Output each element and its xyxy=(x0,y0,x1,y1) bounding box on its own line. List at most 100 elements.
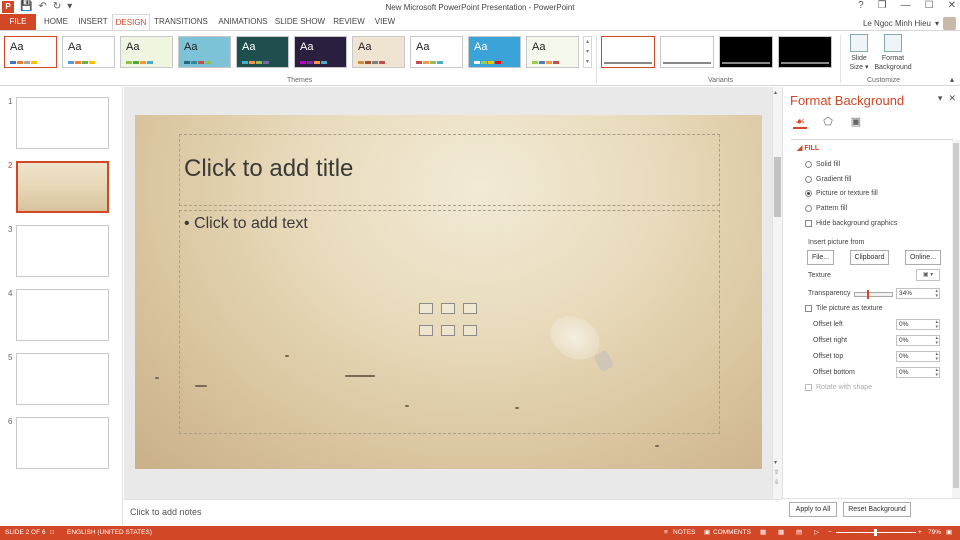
insert-picture-icon[interactable] xyxy=(419,325,433,336)
previous-slide-icon[interactable]: ⇧ xyxy=(774,469,779,476)
tab-animations[interactable]: ANIMATIONS xyxy=(214,14,272,30)
tile-picture-checkbox[interactable] xyxy=(805,305,812,312)
file-button[interactable]: File... xyxy=(807,250,834,265)
fill-section-header[interactable]: ◢ FILL xyxy=(797,144,819,152)
apply-to-all-button[interactable]: Apply to All xyxy=(789,502,837,517)
reset-background-button[interactable]: Reset Background xyxy=(843,502,911,517)
scroll-up-icon[interactable]: ▴ xyxy=(774,89,777,96)
theme-thumbnail[interactable]: Aa xyxy=(236,36,289,68)
theme-thumbnail[interactable]: Aa xyxy=(294,36,347,68)
title-placeholder[interactable]: Click to add title xyxy=(179,134,720,206)
slide-scrollbar[interactable]: ▴ ▾ ⇧ ⇩ xyxy=(772,87,782,499)
ribbon-display-icon[interactable]: ❐ xyxy=(878,0,887,11)
theme-thumbnail[interactable]: Aa xyxy=(62,36,115,68)
tab-view[interactable]: VIEW xyxy=(370,14,400,30)
pane-options-icon[interactable]: ▾ xyxy=(938,93,943,104)
format-background-button[interactable]: Format Background xyxy=(872,34,914,72)
zoom-slider-thumb[interactable] xyxy=(874,529,877,536)
zoom-out-icon[interactable]: − xyxy=(828,526,832,540)
tab-transitions[interactable]: TRANSITIONS xyxy=(152,14,210,30)
slide-thumbnail-6[interactable] xyxy=(16,417,109,469)
pattern-fill-option[interactable]: Pattern fill xyxy=(805,205,847,212)
close-icon[interactable]: ✕ xyxy=(948,0,956,11)
transparency-spinner[interactable]: 34% ▴ ▾ xyxy=(896,288,940,299)
theme-thumbnail[interactable]: Aa xyxy=(468,36,521,68)
user-account[interactable]: Le Ngoc Minh Hieu ▾ xyxy=(863,17,956,30)
slide-thumbnail-2[interactable] xyxy=(16,161,109,213)
gallery-scroll[interactable]: ▴ ▾ ▾ xyxy=(583,36,592,68)
reading-view-icon[interactable]: ▤ xyxy=(796,526,802,540)
solid-fill-radio[interactable] xyxy=(805,161,812,168)
clipboard-button[interactable]: Clipboard xyxy=(850,250,889,265)
scroll-down-icon[interactable]: ▾ xyxy=(774,459,777,466)
fit-slide-icon[interactable]: ▣ xyxy=(946,526,952,540)
online-button[interactable]: Online... xyxy=(905,250,941,265)
variant-thumbnail[interactable] xyxy=(719,36,773,68)
tab-design[interactable]: DESIGN xyxy=(112,14,150,30)
spelling-check-icon[interactable]: □ xyxy=(50,526,54,540)
slide-size-button[interactable]: Slide Size ▾ xyxy=(846,34,872,72)
scrollbar-thumb[interactable] xyxy=(774,157,781,217)
variant-thumbnail[interactable] xyxy=(660,36,714,68)
collapse-ribbon-icon[interactable]: ▴ xyxy=(950,75,954,84)
theme-thumbnail[interactable]: Aa xyxy=(4,36,57,68)
tab-file[interactable]: FILE xyxy=(0,14,36,30)
transparency-slider-thumb[interactable] xyxy=(867,290,869,299)
theme-thumbnail[interactable]: Aa xyxy=(120,36,173,68)
notes-toggle[interactable]: NOTES xyxy=(673,526,695,540)
picture-icon[interactable]: ▣ xyxy=(849,115,863,129)
theme-thumbnail[interactable]: Aa xyxy=(352,36,405,68)
comments-toggle[interactable]: COMMENTS xyxy=(713,526,751,540)
slide-thumbnail-1[interactable] xyxy=(16,97,109,149)
theme-thumbnail[interactable]: Aa xyxy=(410,36,463,68)
notes-toggle-icon[interactable]: ≡ xyxy=(664,526,668,540)
gradient-fill-option[interactable]: Gradient fill xyxy=(805,176,851,183)
theme-thumbnail[interactable]: Aa xyxy=(526,36,579,68)
insert-smartart-icon[interactable] xyxy=(463,303,477,314)
effects-pentagon-icon[interactable]: ⬠ xyxy=(821,115,835,129)
picture-fill-option[interactable]: Picture or texture fill xyxy=(805,190,878,197)
pane-scrollbar[interactable] xyxy=(952,140,960,500)
gradient-fill-radio[interactable] xyxy=(805,176,812,183)
tab-slide-show[interactable]: SLIDE SHOW xyxy=(274,14,326,30)
insert-video-icon[interactable] xyxy=(463,325,477,336)
offset-top-spinner[interactable]: 0% ▴ ▾ xyxy=(896,351,940,362)
current-slide[interactable]: Click to add title • Click to add text xyxy=(135,115,762,469)
slide-thumbnail-4[interactable] xyxy=(16,289,109,341)
tab-review[interactable]: REVIEW xyxy=(330,14,368,30)
tab-insert[interactable]: INSERT xyxy=(76,14,110,30)
close-pane-icon[interactable]: ✕ xyxy=(948,93,956,104)
zoom-level[interactable]: 79% xyxy=(928,526,941,540)
zoom-in-icon[interactable]: + xyxy=(918,526,922,540)
maximize-icon[interactable]: ☐ xyxy=(925,0,934,11)
tile-picture-option[interactable]: Tile picture as texture xyxy=(805,305,883,312)
normal-view-icon[interactable]: ▦ xyxy=(760,526,766,540)
fill-paint-bucket-icon[interactable]: ☙ xyxy=(793,115,807,129)
insert-table-icon[interactable] xyxy=(419,303,433,314)
next-slide-icon[interactable]: ⇩ xyxy=(774,479,779,486)
minimize-icon[interactable]: — xyxy=(901,0,911,11)
slide-sorter-view-icon[interactable]: ▩ xyxy=(778,526,784,540)
insert-online-picture-icon[interactable] xyxy=(441,325,455,336)
language-indicator[interactable]: ENGLISH (UNITED STATES) xyxy=(67,526,152,540)
slide-thumbnail-5[interactable] xyxy=(16,353,109,405)
tab-home[interactable]: HOME xyxy=(38,14,74,30)
offset-bottom-spinner[interactable]: 0% ▴ ▾ xyxy=(896,367,940,378)
insert-chart-icon[interactable] xyxy=(441,303,455,314)
slide-thumbnail-3[interactable] xyxy=(16,225,109,277)
theme-thumbnail[interactable]: Aa xyxy=(178,36,231,68)
variant-thumbnail[interactable] xyxy=(778,36,832,68)
variant-thumbnail[interactable] xyxy=(601,36,655,68)
transparency-slider[interactable] xyxy=(854,290,893,299)
texture-picker-button[interactable]: ▣ ▾ xyxy=(916,269,940,281)
help-icon[interactable]: ? xyxy=(858,0,864,11)
hide-background-graphics-checkbox[interactable] xyxy=(805,220,812,227)
solid-fill-option[interactable]: Solid fill xyxy=(805,161,840,168)
picture-fill-radio[interactable] xyxy=(805,190,812,197)
offset-left-spinner[interactable]: 0% ▴ ▾ xyxy=(896,319,940,330)
comments-toggle-icon[interactable]: ▣ xyxy=(704,526,710,540)
pattern-fill-radio[interactable] xyxy=(805,205,812,212)
slide-show-view-icon[interactable]: ▷ xyxy=(814,526,819,540)
notes-pane[interactable]: Click to add notes xyxy=(124,499,782,526)
hide-background-graphics-option[interactable]: Hide background graphics xyxy=(805,220,897,227)
